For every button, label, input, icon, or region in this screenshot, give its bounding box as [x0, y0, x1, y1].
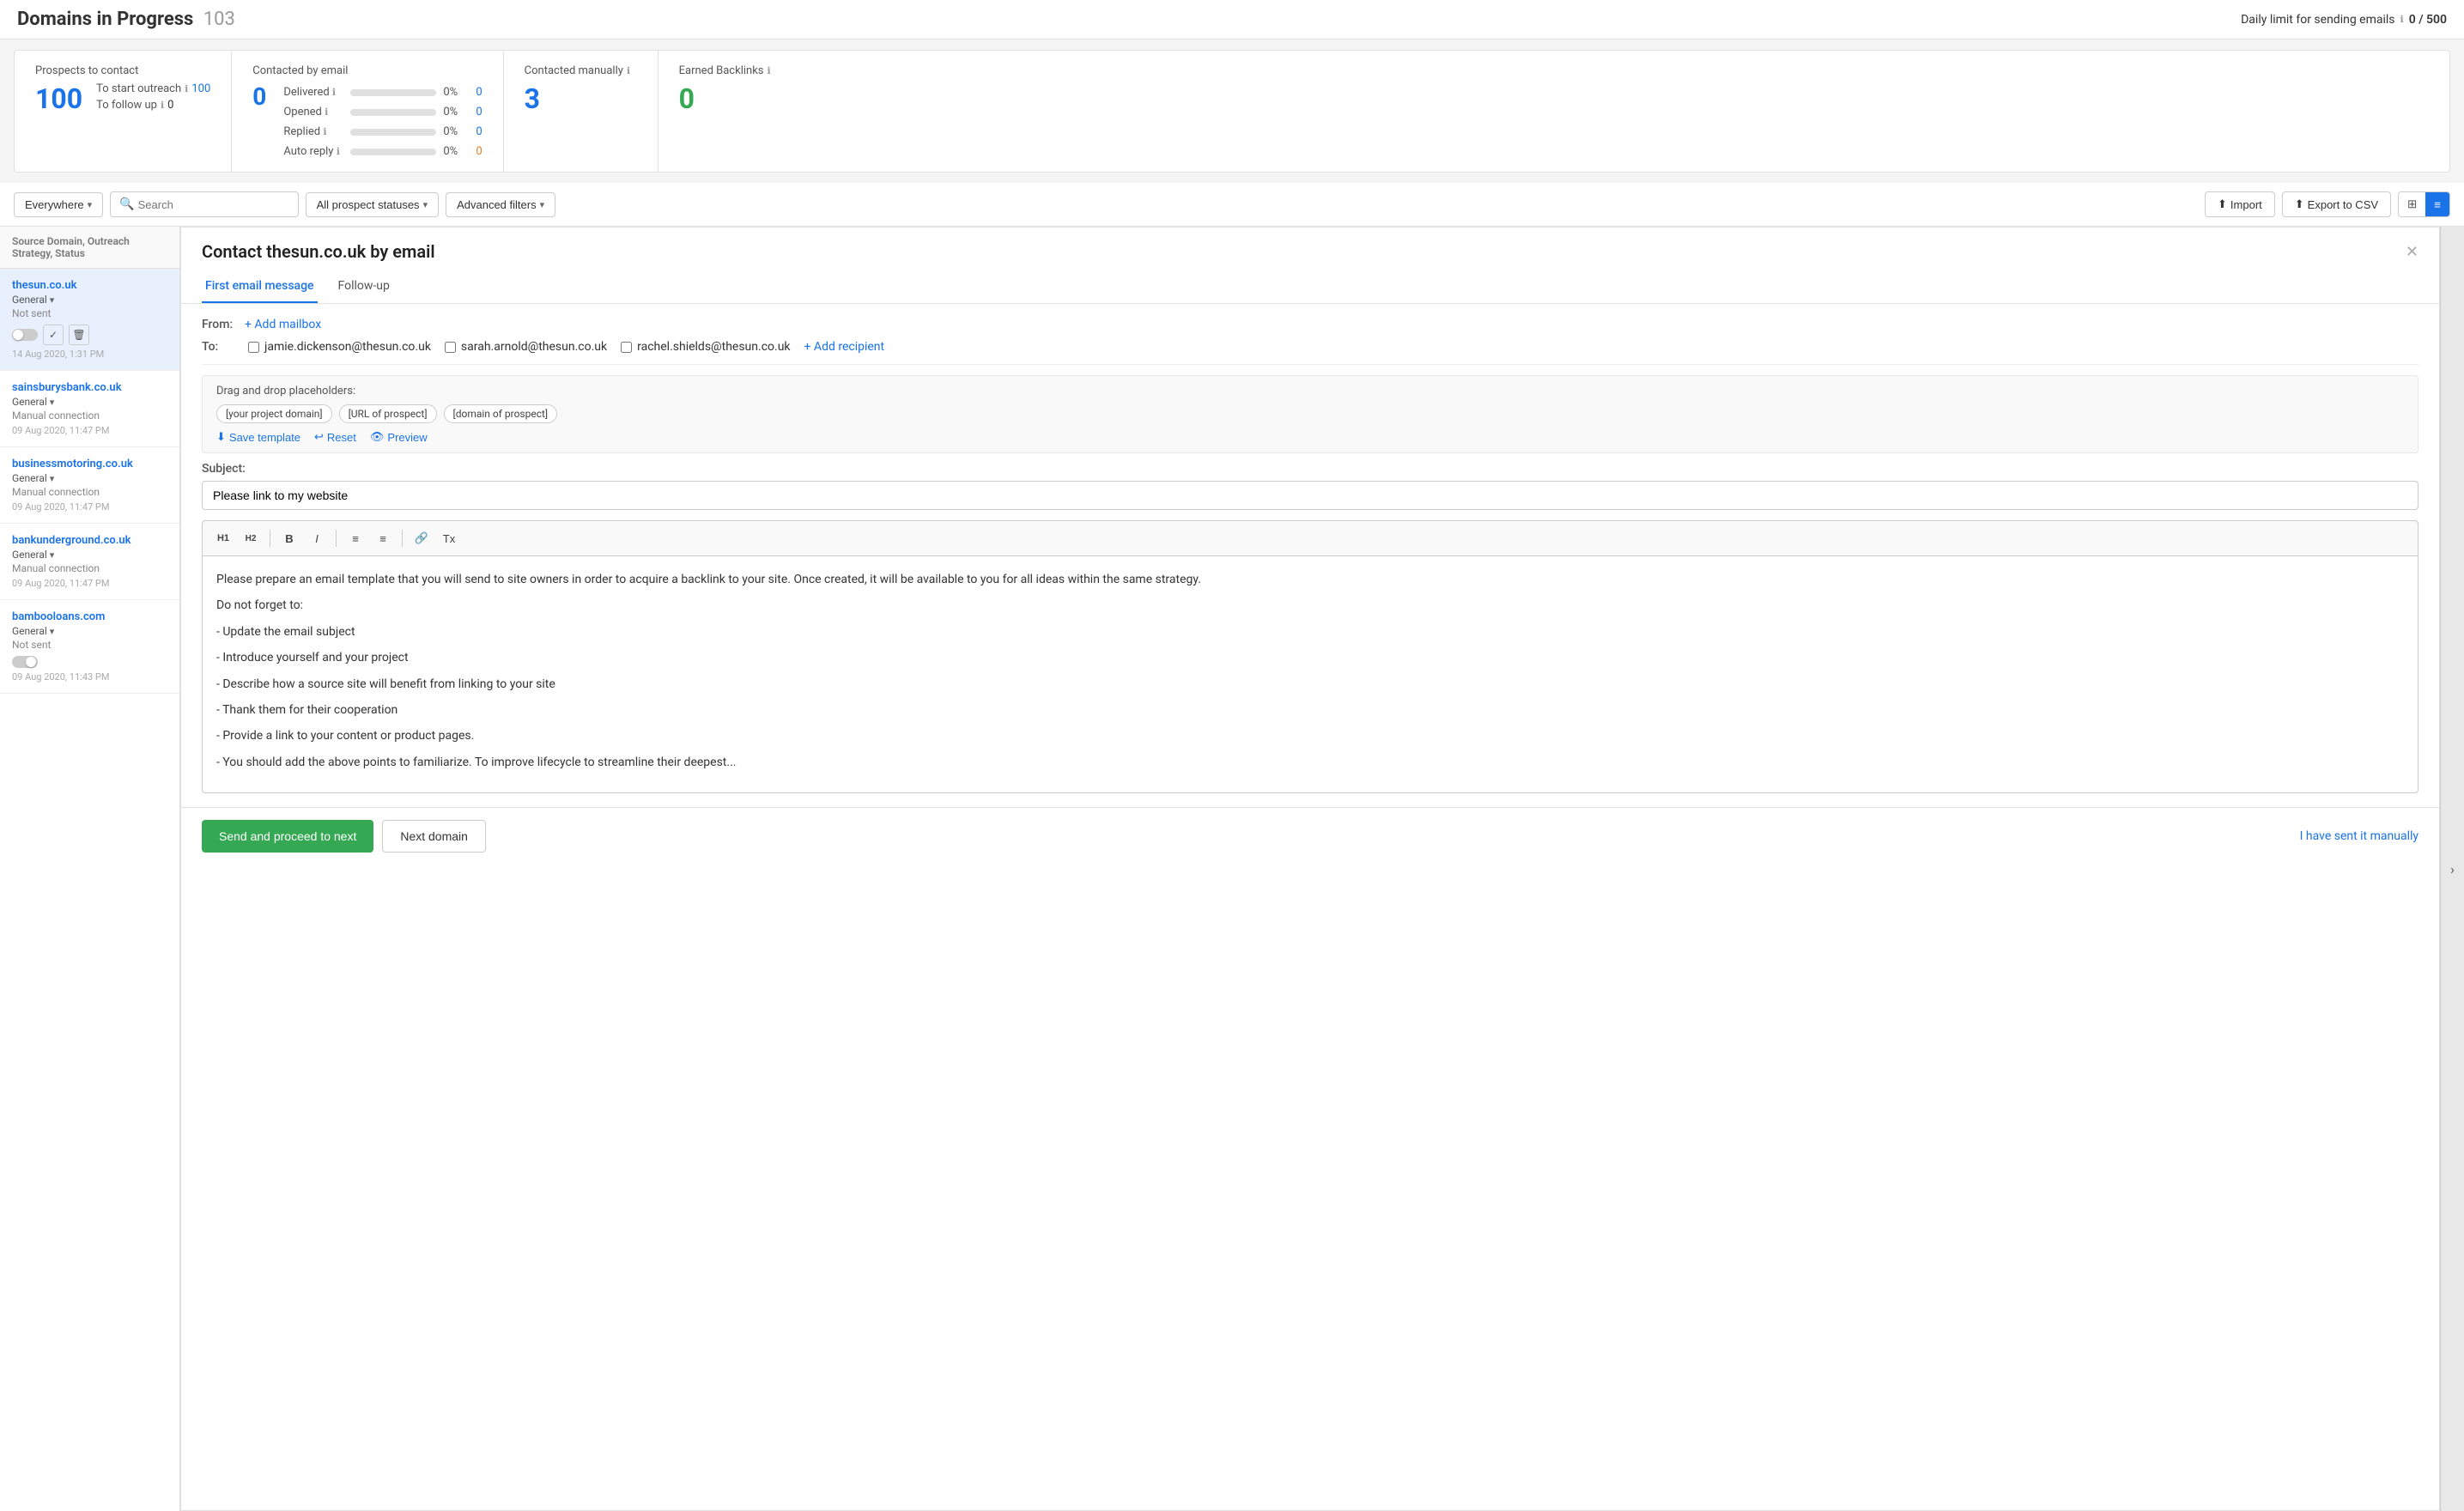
recipient-checkbox-0[interactable] — [248, 342, 259, 353]
tab-followup[interactable]: Follow-up — [335, 270, 393, 303]
scroll-arrow[interactable]: › — [2440, 227, 2464, 1511]
save-icon: ⬇ — [216, 430, 226, 444]
search-input[interactable] — [138, 198, 289, 211]
subject-input[interactable] — [202, 481, 2418, 510]
add-recipient-link[interactable]: + Add recipient — [804, 340, 885, 354]
email-panel: Contact thesun.co.uk by email ✕ First em… — [180, 227, 2440, 1511]
opened-row: Opened ℹ 0% 0 — [283, 106, 482, 118]
ordered-list-button[interactable]: ≡ — [343, 526, 367, 550]
page-title: Domains in Progress 103 — [17, 9, 235, 30]
panel-footer: Send and proceed to next Next domain I h… — [181, 807, 2439, 865]
placeholder-bar: Drag and drop placeholders: [your projec… — [202, 375, 2418, 453]
view-toggle: ⊞ ≡ — [2398, 191, 2450, 217]
status-dropdown[interactable]: All prospect statuses ▾ — [306, 192, 439, 217]
search-icon: 🔍 — [119, 197, 134, 211]
email-panel-title: Contact thesun.co.uk by email — [202, 241, 435, 262]
recipient-checkbox-1[interactable] — [445, 342, 456, 353]
recipient-0: jamie.dickenson@thesun.co.uk — [248, 340, 431, 354]
sidebar-item-4[interactable]: bambooloans.com General ▾ Not sent 09 Au… — [0, 600, 179, 694]
placeholder-chips: [your project domain] [URL of prospect] … — [216, 404, 2404, 423]
bold-button[interactable]: B — [277, 526, 301, 550]
sidebar-domain-3: bankunderground.co.uk — [12, 534, 167, 547]
placeholder-chip-1[interactable]: [URL of prospect] — [339, 404, 437, 423]
sent-manually-link[interactable]: I have sent it manually — [2300, 829, 2418, 843]
close-button[interactable]: ✕ — [2406, 243, 2418, 261]
sidebar-domain-4: bambooloans.com — [12, 610, 167, 623]
sidebar-domain-0: thesun.co.uk — [12, 279, 167, 292]
delete-btn-0[interactable]: 🗑 — [69, 325, 89, 345]
replied-row: Replied ℹ 0% 0 — [283, 125, 482, 138]
search-box: 🔍 — [110, 191, 298, 217]
save-template-button[interactable]: ⬇ Save template — [216, 430, 300, 444]
backlinks-stat: Earned Backlinks ℹ 0 — [658, 51, 2449, 172]
h1-button[interactable]: H1 — [211, 526, 235, 550]
clear-format-button[interactable]: Tx — [437, 526, 461, 550]
email-panel-header: Contact thesun.co.uk by email ✕ — [181, 228, 2439, 262]
add-mailbox-link[interactable]: + Add mailbox — [245, 318, 321, 331]
prospects-stat: Prospects to contact 100 To start outrea… — [15, 51, 232, 172]
chevron-down-icon: ▾ — [540, 199, 545, 210]
autoreply-row: Auto reply ℹ 0% 0 — [283, 145, 482, 158]
sidebar-domain-2: businessmotoring.co.uk — [12, 458, 167, 470]
placeholder-chip-0[interactable]: [your project domain] — [216, 404, 332, 423]
import-button[interactable]: ⬆ Import — [2205, 191, 2275, 217]
location-dropdown[interactable]: Everywhere ▾ — [14, 192, 103, 217]
sidebar: Source Domain, Outreach Strategy, Status… — [0, 227, 180, 1511]
editor: H1 H2 B I ≡ ≡ 🔗 Tx Please prepare an ema… — [202, 520, 2418, 793]
unordered-list-button[interactable]: ≡ — [371, 526, 395, 550]
to-row: To: jamie.dickenson@thesun.co.uk sarah.a… — [202, 340, 2418, 354]
list-view-button[interactable]: ≡ — [2425, 192, 2449, 216]
sidebar-item-0[interactable]: thesun.co.uk General ▾ Not sent ✓ 🗑 14 A… — [0, 269, 179, 371]
chevron-down-icon: ▾ — [423, 199, 428, 210]
from-row: From: + Add mailbox — [202, 318, 2418, 331]
delivered-row: Delivered ℹ 0% 0 — [283, 86, 482, 99]
email-form: From: + Add mailbox To: jamie.dickenson@… — [181, 304, 2439, 807]
chevron-down-icon: ▾ — [88, 199, 93, 210]
export-icon: ⬆ — [2295, 197, 2304, 211]
send-proceed-button[interactable]: Send and proceed to next — [202, 820, 373, 853]
editor-toolbar: H1 H2 B I ≡ ≡ 🔗 Tx — [202, 520, 2418, 555]
preview-button[interactable]: 👁 Preview — [370, 430, 428, 444]
top-bar: Domains in Progress 103 Daily limit for … — [0, 0, 2464, 39]
daily-limit: Daily limit for sending emails ℹ 0 / 500 — [2241, 13, 2447, 27]
sidebar-header: Source Domain, Outreach Strategy, Status — [0, 227, 179, 269]
h2-button[interactable]: H2 — [239, 526, 263, 550]
subject-row: Subject: — [202, 462, 2418, 510]
manual-stat: Contacted manually ℹ 3 — [504, 51, 658, 172]
link-button[interactable]: 🔗 — [410, 526, 434, 550]
reset-button[interactable]: ↩ Reset — [314, 430, 356, 444]
placeholder-chip-2[interactable]: [domain of prospect] — [444, 404, 558, 423]
check-btn-0[interactable]: ✓ — [43, 325, 64, 345]
preview-icon: 👁 — [370, 430, 385, 444]
sidebar-domain-1: sainsburysbank.co.uk — [12, 381, 167, 394]
filters-dropdown[interactable]: Advanced filters ▾ — [446, 192, 555, 217]
tab-first-email[interactable]: First email message — [202, 270, 318, 303]
toolbar: Everywhere ▾ 🔍 All prospect statuses ▾ A… — [0, 183, 2464, 227]
next-domain-button[interactable]: Next domain — [382, 820, 486, 853]
tabs: First email message Follow-up — [181, 270, 2439, 304]
import-icon: ⬆ — [2218, 197, 2227, 211]
sidebar-item-1[interactable]: sainsburysbank.co.uk General ▾ Manual co… — [0, 371, 179, 447]
recipient-1: sarah.arnold@thesun.co.uk — [445, 340, 607, 354]
recipient-checkbox-2[interactable] — [621, 342, 632, 353]
action-row: ⬇ Save template ↩ Reset 👁 Preview — [216, 430, 2404, 444]
recipient-2: rachel.shields@thesun.co.uk — [621, 340, 790, 354]
footer-left: Send and proceed to next Next domain — [202, 820, 486, 853]
toggle-4[interactable] — [12, 656, 38, 668]
toggle-0[interactable] — [12, 329, 38, 341]
sidebar-item-3[interactable]: bankunderground.co.uk General ▾ Manual c… — [0, 524, 179, 600]
sidebar-item-2[interactable]: businessmotoring.co.uk General ▾ Manual … — [0, 447, 179, 524]
export-button[interactable]: ⬆ Export to CSV — [2282, 191, 2391, 217]
main-layout: Source Domain, Outreach Strategy, Status… — [0, 227, 2464, 1511]
italic-button[interactable]: I — [305, 526, 329, 550]
email-stat: Contacted by email 0 Delivered ℹ 0% 0 Op… — [232, 51, 503, 172]
editor-content[interactable]: Please prepare an email template that yo… — [202, 555, 2418, 793]
reset-icon: ↩ — [314, 430, 324, 444]
stats-bar: Prospects to contact 100 To start outrea… — [14, 50, 2450, 173]
grid-view-button[interactable]: ⊞ — [2399, 192, 2425, 216]
